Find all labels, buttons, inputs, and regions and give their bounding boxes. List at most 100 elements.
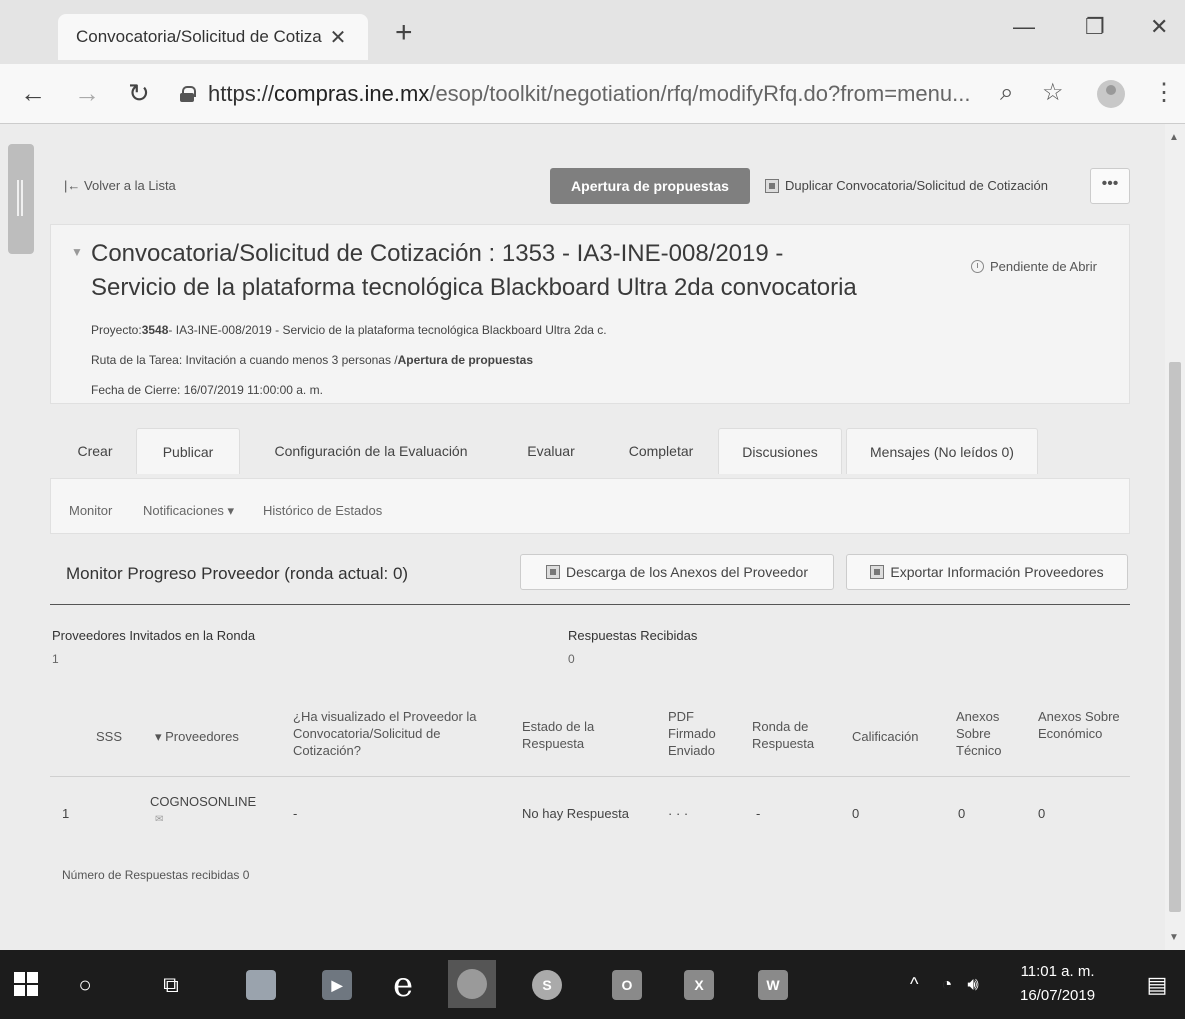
cell-supplier[interactable]: COGNOSONLINE (150, 794, 256, 809)
page-viewport: |← Volver a la Lista Apertura de propues… (0, 124, 1165, 950)
minimize-icon[interactable]: — (1013, 14, 1035, 40)
cell-calificacion: 0 (852, 806, 860, 821)
tab-evaluar[interactable]: Evaluar (508, 428, 594, 474)
word-icon[interactable]: W (752, 964, 794, 1006)
url-scheme: https:// (208, 81, 275, 106)
collapse-caret-icon[interactable]: ▼ (71, 245, 83, 259)
duplicate-link[interactable]: Duplicar Convocatoria/Solicitud de Cotiz… (765, 178, 1048, 193)
received-label: Respuestas Recibidas (568, 628, 698, 643)
reload-icon[interactable]: ↻ (128, 78, 150, 108)
excel-icon[interactable]: X (678, 964, 720, 1006)
tab-mensajes[interactable]: Mensajes (No leídos 0) (846, 428, 1038, 474)
project-line: Proyecto:3548- IA3-INE-008/2019 - Servic… (91, 323, 607, 337)
back-arrow-icon[interactable]: ← (20, 78, 46, 108)
tab-completar[interactable]: Completar (606, 428, 716, 474)
notifications-icon[interactable]: ▤ (1136, 964, 1178, 1006)
url-field[interactable]: https://compras.ine.mx/esop/toolkit/nego… (180, 76, 980, 112)
menu-dots-icon[interactable]: ⋮ (1152, 78, 1176, 108)
col-anexos-tecnico[interactable]: Anexos Sobre Técnico (956, 708, 1018, 759)
skype-icon[interactable]: S (526, 964, 568, 1006)
page-scrollbar[interactable]: ▲ ▼ (1165, 124, 1185, 950)
duplicate-icon (765, 178, 779, 193)
tab-crear[interactable]: Crear (60, 428, 130, 474)
clock-icon (971, 260, 984, 273)
opening-proposals-button[interactable]: Apertura de propuestas (550, 168, 750, 204)
download-icon (545, 565, 560, 579)
cell-pdf: · · · (668, 806, 689, 821)
tab-publicar[interactable]: Publicar (136, 428, 240, 474)
file-explorer-icon[interactable] (240, 964, 282, 1006)
side-panel-handle[interactable] (8, 144, 34, 254)
task-view-icon[interactable]: ⧉ (150, 964, 192, 1006)
tab-close-icon[interactable]: ✕ (326, 25, 350, 50)
export-icon (870, 565, 885, 579)
browser-tab[interactable]: Convocatoria/Solicitud de Cotiza ✕ (58, 14, 368, 60)
col-calificacion[interactable]: Calificación (852, 728, 918, 745)
header-separator (50, 776, 1130, 777)
new-tab-button[interactable]: + (395, 18, 413, 48)
subnav-historico[interactable]: Histórico de Estados (263, 503, 382, 518)
tab-discusiones[interactable]: Discusiones (718, 428, 842, 474)
monitor-title: Monitor Progreso Proveedor (ronda actual… (66, 564, 409, 583)
tab-title: Convocatoria/Solicitud de Cotiza (76, 27, 322, 46)
system-tray[interactable]: ^ ◔ 🔊︎ (910, 974, 979, 995)
windows-start-icon[interactable] (14, 972, 38, 996)
scroll-up-icon[interactable]: ▲ (1169, 132, 1179, 143)
os-taskbar: ○ ⧉ ▶ e S O X W ^ ◔ 🔊︎ 11:01 a. m. 16/07… (0, 950, 1185, 1019)
zoom-icon[interactable]: ⌕ (1000, 78, 1013, 108)
cell-estado: No hay Respuesta (522, 806, 629, 821)
restore-icon[interactable]: ❐ (1085, 14, 1105, 40)
responses-count-note: Número de Respuestas recibidas 0 (62, 868, 250, 882)
action-bar: |← Volver a la Lista Apertura de propues… (50, 166, 1130, 206)
volume-icon[interactable]: 🔊︎ (967, 974, 978, 994)
address-bar: ← → ↻ https://compras.ine.mx/esop/toolki… (0, 64, 1185, 124)
page-title: Convocatoria/Solicitud de Cotización : 1… (91, 240, 857, 301)
subnav-notificaciones[interactable]: Notificaciones ▾ (143, 503, 234, 519)
bookmark-star-icon[interactable]: ☆ (1042, 78, 1064, 108)
col-anexos-economico[interactable]: Anexos Sobre Económico (1038, 708, 1122, 742)
media-player-icon[interactable]: ▶ (316, 964, 358, 1006)
scroll-thumb[interactable] (1169, 362, 1181, 912)
forward-arrow-icon[interactable]: → (74, 78, 100, 108)
profile-avatar[interactable] (1097, 80, 1125, 108)
invited-label: Proveedores Invitados en la Ronda (52, 628, 256, 643)
cortana-icon[interactable]: ○ (64, 964, 106, 1006)
export-suppliers-button[interactable]: Exportar Información Proveedores (846, 554, 1128, 590)
col-proveedores[interactable]: ▾ Proveedores (155, 728, 239, 745)
col-sss[interactable]: SSS (96, 728, 122, 745)
outlook-icon[interactable]: O (606, 964, 648, 1006)
main-tabs: Crear Publicar Configuración de la Evalu… (50, 424, 1130, 474)
col-estado[interactable]: Estado de la Respuesta (522, 718, 622, 752)
col-visualizado[interactable]: ¿Ha visualizado el Proveedor la Convocat… (293, 708, 503, 759)
chevron-up-icon[interactable]: ^ (910, 974, 918, 994)
tab-configuracion[interactable]: Configuración de la Evaluación (246, 428, 496, 474)
col-ronda[interactable]: Ronda de Respuesta (752, 718, 832, 752)
window-close-icon[interactable]: ✕ (1150, 14, 1168, 40)
cell-visualizado: - (293, 806, 298, 821)
received-value: 0 (568, 652, 575, 666)
back-to-list-link[interactable]: |← Volver a la Lista (64, 178, 176, 193)
taskbar-clock[interactable]: 11:01 a. m. 16/07/2019 (1020, 960, 1095, 1008)
url-host: compras.ine.mx (274, 81, 430, 106)
invited-value: 1 (52, 652, 59, 666)
lock-icon (180, 86, 196, 102)
task-route-line: Ruta de la Tarea: Invitación a cuando me… (91, 353, 534, 367)
wifi-icon[interactable]: ◔ (941, 974, 952, 994)
edge-icon[interactable]: e (382, 964, 424, 1006)
sub-navigation: Monitor Notificaciones ▾ Histórico de Es… (50, 478, 1130, 534)
rfq-header: ▼ Convocatoria/Solicitud de Cotización :… (50, 224, 1130, 404)
supplier-mail-icon[interactable]: ✉ (155, 814, 163, 825)
browser-tab-bar: Convocatoria/Solicitud de Cotiza ✕ + — ❐… (0, 0, 1185, 64)
scroll-down-icon[interactable]: ▼ (1169, 932, 1179, 943)
subnav-monitor[interactable]: Monitor (69, 503, 112, 518)
cell-anexos-tecnico: 0 (958, 806, 966, 821)
cell-ronda: - (756, 806, 761, 821)
cell-anexos-economico: 0 (1038, 806, 1046, 821)
more-options-button[interactable]: ••• (1090, 168, 1130, 204)
status-badge: Pendiente de Abrir (971, 259, 1097, 274)
chrome-icon[interactable] (448, 960, 496, 1008)
section-divider (50, 604, 1130, 605)
col-pdf[interactable]: PDF Firmado Enviado (668, 708, 730, 759)
download-annexes-button[interactable]: Descarga de los Anexos del Proveedor (520, 554, 834, 590)
url-path: /esop/toolkit/negotiation/rfq/modifyRfq.… (429, 81, 971, 106)
